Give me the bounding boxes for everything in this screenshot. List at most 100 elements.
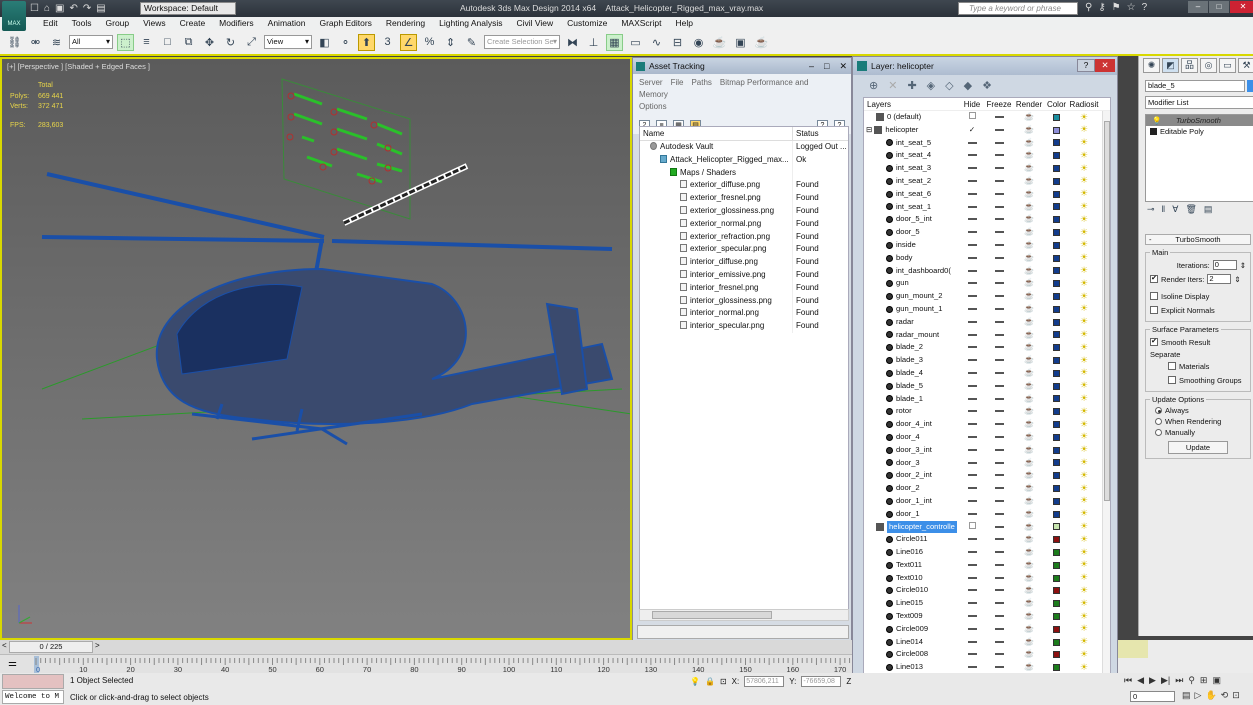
hide-toggle[interactable] xyxy=(960,201,984,214)
manually-radio[interactable] xyxy=(1155,429,1162,436)
color-swatch[interactable] xyxy=(1053,408,1060,416)
bind-space-warp-icon[interactable]: ≋ xyxy=(48,34,65,51)
unlink-icon[interactable]: ⚮ xyxy=(27,34,44,51)
pan-icon[interactable]: ✋ xyxy=(1205,690,1216,701)
select-by-name-icon[interactable]: ≡ xyxy=(138,34,155,51)
asset-horizontal-scrollbar[interactable] xyxy=(639,609,849,621)
render-toggle[interactable]: ☕ xyxy=(1014,175,1044,188)
radiosity-toggle[interactable]: ☀ xyxy=(1069,251,1099,265)
asset-row[interactable]: exterior_fresnel.png Found xyxy=(640,192,848,205)
selection-filter-dropdown[interactable]: All xyxy=(69,35,113,49)
color-cell[interactable] xyxy=(1044,344,1069,352)
freeze-toggle[interactable] xyxy=(984,329,1014,342)
time-slider-next[interactable]: > xyxy=(95,641,100,650)
color-swatch[interactable] xyxy=(1053,536,1060,544)
freeze-toggle[interactable] xyxy=(984,226,1014,239)
freeze-toggle[interactable] xyxy=(984,367,1014,380)
hide-toggle[interactable] xyxy=(960,175,984,188)
object-row[interactable]: blade_3 ☕ ☀ xyxy=(864,354,1110,367)
object-row[interactable]: int_seat_1 ☕ ☀ xyxy=(864,201,1110,214)
color-swatch[interactable] xyxy=(1053,587,1060,595)
hide-toggle[interactable] xyxy=(960,111,984,124)
spinner-snap-icon[interactable]: ⇕ xyxy=(442,34,459,51)
color-swatch[interactable] xyxy=(1053,113,1060,121)
color-swatch[interactable] xyxy=(1053,190,1060,198)
hide-toggle[interactable] xyxy=(960,495,984,508)
hide-toggle[interactable] xyxy=(960,546,984,559)
render-toggle[interactable]: ☕ xyxy=(1014,597,1044,610)
render-setup-icon[interactable]: ☕ xyxy=(711,34,728,51)
close-button[interactable]: ✕ xyxy=(839,58,847,74)
expand-icon[interactable] xyxy=(1150,128,1157,135)
menu-modifiers[interactable]: Modifiers xyxy=(212,17,260,30)
object-row[interactable]: Circle010 ☕ ☀ xyxy=(864,584,1110,597)
object-row[interactable]: Line016 ☕ ☀ xyxy=(864,546,1110,559)
close-button[interactable]: ✕ xyxy=(1095,59,1115,72)
satellite-icon[interactable]: ⚑ xyxy=(1112,2,1121,13)
play-icon[interactable]: ▶ xyxy=(1149,675,1156,686)
radiosity-toggle[interactable]: ☀ xyxy=(1069,456,1099,470)
freeze-toggle[interactable] xyxy=(984,521,1014,534)
current-layer-checkmark-icon[interactable]: ✓ xyxy=(969,125,975,134)
object-row[interactable]: door_1 ☕ ☀ xyxy=(864,508,1110,521)
menu-tools[interactable]: Tools xyxy=(65,17,99,30)
radiosity-toggle[interactable]: ☀ xyxy=(1069,136,1099,150)
color-cell[interactable] xyxy=(1044,446,1069,454)
freeze-toggle[interactable] xyxy=(984,457,1014,470)
asset-row[interactable]: exterior_refraction.png Found xyxy=(640,230,848,244)
color-cell[interactable] xyxy=(1044,574,1069,582)
radiosity-toggle[interactable]: ☀ xyxy=(1069,494,1099,508)
app-logo[interactable]: MAX xyxy=(2,1,26,31)
menu-edit[interactable]: Edit xyxy=(36,17,65,30)
radiosity-toggle[interactable]: ☀ xyxy=(1069,584,1099,598)
radiosity-toggle[interactable]: ☀ xyxy=(1069,405,1099,419)
color-swatch[interactable] xyxy=(1053,574,1060,582)
hide-toggle[interactable] xyxy=(960,597,984,610)
hide-toggle[interactable] xyxy=(960,277,984,290)
explicit-normals-checkbox[interactable] xyxy=(1150,306,1158,314)
color-cell[interactable] xyxy=(1044,229,1069,237)
workspace-dropdown[interactable]: Workspace: Default xyxy=(140,2,236,15)
radiosity-toggle[interactable]: ☀ xyxy=(1069,238,1099,252)
object-row[interactable]: door_2_int ☕ ☀ xyxy=(864,469,1110,482)
color-cell[interactable] xyxy=(1044,523,1069,531)
menu-create[interactable]: Create xyxy=(173,17,213,30)
radiosity-toggle[interactable]: ☀ xyxy=(1069,571,1099,585)
save-icon[interactable]: ▣ xyxy=(55,3,64,14)
color-swatch[interactable] xyxy=(1053,369,1060,377)
render-toggle[interactable]: ☕ xyxy=(1014,636,1044,649)
go-to-start-icon[interactable]: ⏮ xyxy=(1124,675,1132,686)
freeze-toggle[interactable] xyxy=(984,482,1014,495)
hide-toggle[interactable] xyxy=(960,137,984,150)
color-swatch[interactable] xyxy=(1053,331,1060,339)
color-cell[interactable] xyxy=(1044,331,1069,339)
zoom-icon[interactable]: ⚲ xyxy=(1188,675,1195,686)
freeze-toggle[interactable] xyxy=(984,444,1014,457)
current-layer-checkbox[interactable] xyxy=(968,521,976,529)
object-row[interactable]: door_3 ☕ ☀ xyxy=(864,457,1110,470)
named-selection-set-dropdown[interactable]: Create Selection Se xyxy=(484,35,560,49)
stack-item-turbosmooth[interactable]: 💡 TurboSmooth xyxy=(1146,115,1253,126)
zoom-extents-icon[interactable]: ▣ xyxy=(1212,675,1221,686)
render-iters-checkbox[interactable]: ✔ xyxy=(1150,275,1158,283)
freeze-all-layers-icon[interactable]: ❖ xyxy=(982,79,992,92)
freeze-toggle[interactable] xyxy=(984,380,1014,393)
color-swatch[interactable] xyxy=(1053,421,1060,429)
radiosity-toggle[interactable]: ☀ xyxy=(1069,379,1099,393)
color-swatch[interactable] xyxy=(1053,612,1060,620)
object-row[interactable]: gun_mount_2 ☕ ☀ xyxy=(864,290,1110,303)
hide-toggle[interactable] xyxy=(960,265,984,278)
freeze-toggle[interactable] xyxy=(984,341,1014,354)
freeze-toggle[interactable] xyxy=(984,584,1014,597)
render-toggle[interactable]: ☕ xyxy=(1014,303,1044,316)
radiosity-toggle[interactable]: ☀ xyxy=(1069,558,1099,572)
hide-toggle[interactable] xyxy=(960,239,984,252)
color-cell[interactable] xyxy=(1044,203,1069,211)
layer-row[interactable]: helicopter_controlle ☕ ☀ xyxy=(864,520,1110,534)
hide-toggle[interactable] xyxy=(960,354,984,367)
object-row[interactable]: Line014 ☕ ☀ xyxy=(864,636,1110,649)
orbit-icon[interactable]: ⟲ xyxy=(1221,690,1229,701)
object-name-field[interactable]: blade_5 xyxy=(1145,80,1245,92)
color-cell[interactable] xyxy=(1044,190,1069,198)
color-cell[interactable] xyxy=(1044,497,1069,505)
